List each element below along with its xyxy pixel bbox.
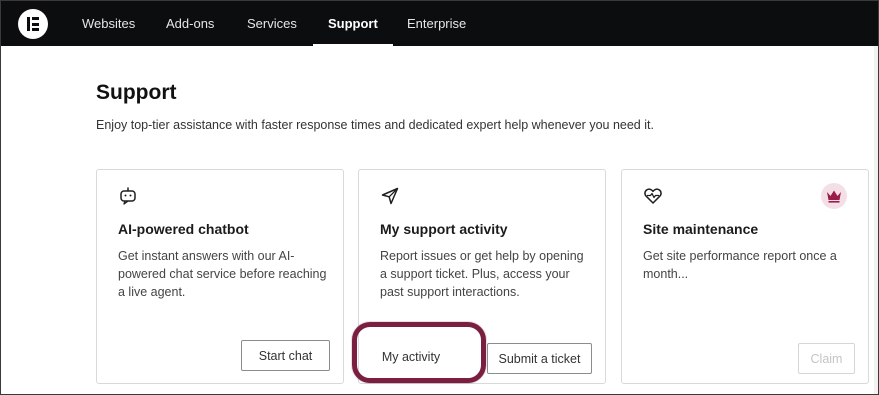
crown-icon <box>826 189 842 208</box>
nav-item-services[interactable]: Services <box>247 1 297 46</box>
chatbot-icon <box>118 186 138 206</box>
page-title: Support <box>96 81 177 104</box>
app-window: Websites Add-ons Services Support Enterp… <box>0 0 879 395</box>
card-title: Site maintenance <box>643 221 759 237</box>
heart-pulse-icon <box>643 186 663 206</box>
card-title: My support activity <box>380 221 508 237</box>
claim-button[interactable]: Claim <box>798 343 855 374</box>
start-chat-button[interactable]: Start chat <box>241 340 330 371</box>
card-description: Get site performance report once a month… <box>643 249 837 281</box>
premium-badge <box>821 183 847 209</box>
card-ai-chatbot: AI-powered chatbot Get instant answers w… <box>96 169 344 384</box>
paper-plane-icon <box>380 186 400 206</box>
nav-item-enterprise[interactable]: Enterprise <box>407 1 466 46</box>
nav-item-websites[interactable]: Websites <box>82 1 135 46</box>
card-description: Report issues or get help by opening a s… <box>380 249 584 299</box>
page-subtitle: Enjoy top-tier assistance with faster re… <box>96 118 654 132</box>
nav-item-support[interactable]: Support <box>313 1 393 46</box>
card-site-maintenance: Site maintenance Get site performance re… <box>621 169 869 384</box>
my-activity-button[interactable]: My activity <box>361 341 461 373</box>
submit-ticket-button[interactable]: Submit a ticket <box>487 343 592 374</box>
top-navigation-bar: Websites Add-ons Services Support Enterp… <box>1 1 878 46</box>
nav-item-add-ons[interactable]: Add-ons <box>166 1 214 46</box>
elementor-logo-icon[interactable] <box>18 9 48 39</box>
vertical-scrollbar[interactable] <box>874 46 878 394</box>
card-description: Get instant answers with our AI-powered … <box>118 249 327 299</box>
card-title: AI-powered chatbot <box>118 221 249 237</box>
